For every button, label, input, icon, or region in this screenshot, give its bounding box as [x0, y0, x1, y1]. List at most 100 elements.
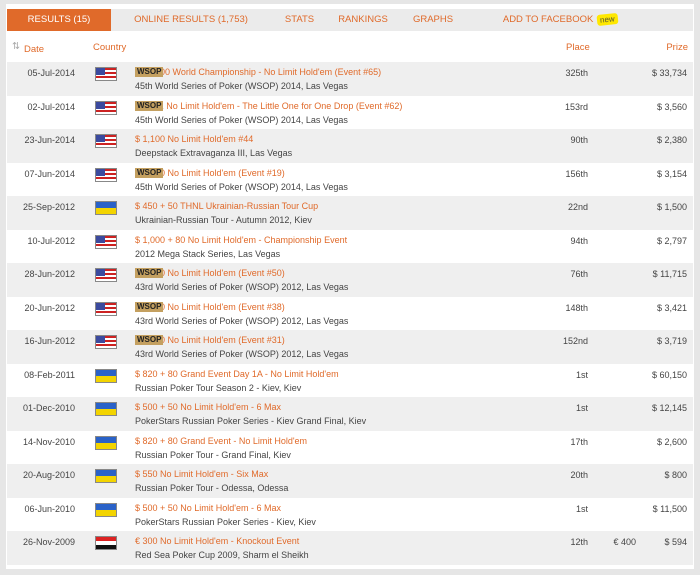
flag-us-icon	[95, 134, 117, 148]
place: 153rd	[564, 101, 588, 112]
place: 17th	[570, 436, 588, 447]
place: 12th	[570, 537, 588, 547]
event-link[interactable]: $ 500 + 50 No Limit Hold'em - 6 Max	[135, 503, 281, 513]
flag-us-icon	[95, 335, 117, 349]
event-name: $ 820 + 80 Grand Event - No Limit Hold'e…	[135, 435, 308, 446]
event-link[interactable]: WSOP $ 1,500 No Limit Hold'em (Event #19)	[135, 167, 285, 178]
table-header: ⇅ Date Country Place Prize	[6, 41, 694, 60]
wsop-logo: WSOP	[135, 67, 164, 77]
event-link[interactable]: WSOP $ 10,000 World Championship - No Lim…	[135, 67, 381, 77]
event-name: $ 500 + 50 No Limit Hold'em - 6 Max	[135, 402, 282, 412]
event-link[interactable]: $ 450 + 50 THNL Ukrainian-Russian Tour C…	[135, 201, 318, 211]
event-link[interactable]: WSOP $ 1,500 No Limit Hold'em (Event #31)	[135, 335, 285, 345]
date: 08-Feb-2011	[24, 369, 75, 380]
prize: $ 800	[664, 470, 687, 480]
event-link[interactable]: $ 820 + 80 Grand Event Day 1A - No Limit…	[135, 369, 339, 379]
place: 1st	[575, 503, 588, 514]
flag-eg-icon	[95, 536, 117, 550]
table-row: 05-Jul-2014 WSOP $ 10,000 World Champions…	[7, 62, 693, 96]
table-row: 16-Jun-2012 WSOP $ 1,500 No Limit Hold'em…	[7, 330, 693, 364]
table-row: 28-Jun-2012 WSOP $ 5,000 No Limit Hold'em…	[7, 263, 693, 297]
place: 20th	[570, 470, 588, 480]
table-row: 20-Jun-2012 WSOP $ 1,500 No Limit Hold'em…	[7, 297, 693, 331]
tab-stats[interactable]: STATS	[271, 9, 328, 31]
event-link[interactable]: $ 1,000 + 80 No Limit Hold'em - Champion…	[135, 235, 347, 245]
table-row: 02-Jul-2014 WSOP $ 1,111 No Limit Hold'em…	[7, 96, 693, 130]
column-country: Country	[93, 42, 127, 53]
event-name: $ 10,000 World Championship - No Limit H…	[135, 67, 382, 77]
column-place: Place	[566, 42, 590, 53]
series-name: 45th World Series of Poker (WSOP) 2014, …	[135, 114, 348, 125]
prize: $ 3,719	[656, 336, 687, 346]
tab-graphs[interactable]: GRAPHS	[398, 9, 468, 31]
column-prize: Prize	[666, 42, 688, 53]
tab-rankings[interactable]: RANKINGS	[328, 9, 398, 31]
table-row: 07-Jun-2014 WSOP $ 1,500 No Limit Hold'em…	[7, 163, 693, 197]
event-link[interactable]: $ 500 + 50 No Limit Hold'em - 6 Max	[135, 402, 281, 412]
event-link[interactable]: WSOP $ 1,111 No Limit Hold'em - The Littl…	[135, 100, 402, 111]
table-row: 25-Sep-2012 $ 450 + 50 THNL Ukrainian-Ru…	[7, 196, 693, 230]
wsop-logo: WSOP	[135, 167, 164, 178]
place: 1st	[575, 369, 588, 380]
flag-us-icon	[95, 67, 117, 81]
event-link[interactable]: WSOP $ 1,500 No Limit Hold'em (Event #38)	[135, 301, 285, 312]
series-name: 43rd World Series of Poker (WSOP) 2012, …	[135, 349, 349, 359]
prize: $ 3,421	[656, 302, 687, 313]
event-link[interactable]: € 300 No Limit Hold'em - Knockout Event	[135, 536, 299, 546]
place: 156th	[565, 168, 588, 179]
place: 90th	[570, 135, 588, 145]
flag-us-icon	[95, 234, 117, 249]
date: 20-Jun-2012	[24, 302, 75, 313]
flag-ua-icon	[95, 435, 117, 450]
place: 152nd	[562, 336, 588, 346]
prize: $ 2,797	[656, 235, 687, 246]
flag-us-icon	[95, 167, 117, 182]
series-name: Red Sea Poker Cup 2009, Sharm el Sheikh	[135, 550, 309, 560]
prize: $ 3,560	[656, 101, 687, 112]
flag-us-icon	[95, 100, 117, 115]
prize: $ 3,154	[656, 168, 687, 179]
series-name: Russian Poker Tour - Grand Final, Kiev	[135, 449, 291, 460]
table-row: 14-Nov-2010 $ 820 + 80 Grand Event - No …	[7, 431, 693, 465]
event-link[interactable]: WSOP $ 5,000 No Limit Hold'em (Event #50)	[135, 268, 285, 278]
date: 06-Jun-2010	[24, 503, 75, 514]
series-name: PokerStars Russian Poker Series - Kiev G…	[135, 416, 367, 426]
tab-online-results[interactable]: ONLINE RESULTS (1,753)	[111, 9, 271, 31]
tab-results[interactable]: RESULTS (15)	[7, 9, 111, 31]
series-name: Ukrainian-Russian Tour - Autumn 2012, Ki…	[135, 215, 312, 225]
date: 07-Jun-2014	[24, 168, 75, 179]
flag-ua-icon	[95, 402, 117, 416]
series-name: 45th World Series of Poker (WSOP) 2014, …	[135, 181, 348, 192]
place: 148th	[565, 302, 588, 313]
place: 94th	[570, 235, 588, 246]
date: 02-Jul-2014	[27, 101, 75, 112]
sort-icon[interactable]: ⇅	[12, 41, 20, 52]
tab-add-to-facebook[interactable]: ADD TO FACEBOOK new	[468, 9, 619, 31]
prize: $ 2,600	[656, 436, 687, 447]
tab-bar: RESULTS (15) ONLINE RESULTS (1,753) STAT…	[7, 9, 693, 31]
event-name: $ 1,100 No Limit Hold'em #44	[135, 134, 254, 144]
event-name: $ 500 + 50 No Limit Hold'em - 6 Max	[135, 502, 282, 513]
table-row: 08-Feb-2011 $ 820 + 80 Grand Event Day 1…	[7, 364, 693, 398]
date: 14-Nov-2010	[22, 436, 75, 447]
flag-ua-icon	[95, 201, 117, 215]
place: 1st	[575, 403, 588, 413]
wsop-logo: WSOP	[135, 100, 164, 111]
column-date[interactable]: Date	[24, 44, 44, 55]
table-row: 20-Aug-2010 $ 550 No Limit Hold'em - Six…	[7, 464, 693, 498]
event-link[interactable]: $ 550 No Limit Hold'em - Six Max	[135, 469, 268, 479]
wsop-logo: WSOP	[135, 301, 164, 312]
date: 01-Dec-2010	[22, 403, 75, 413]
series-name: 45th World Series of Poker (WSOP) 2014, …	[135, 81, 348, 91]
prize: $ 2,380	[656, 135, 687, 145]
event-link[interactable]: $ 1,100 No Limit Hold'em #44	[135, 134, 253, 144]
prize: $ 12,145	[651, 403, 687, 413]
date: 23-Jun-2014	[24, 135, 75, 145]
date: 20-Aug-2010	[22, 470, 75, 480]
event-link[interactable]: $ 820 + 80 Grand Event - No Limit Hold'e…	[135, 436, 307, 446]
flag-us-icon	[95, 268, 117, 282]
wsop-logo: WSOP	[135, 335, 164, 345]
date: 26-Nov-2009	[22, 537, 75, 547]
event-name: € 300 No Limit Hold'em - Knockout Event	[135, 536, 300, 546]
table-row: 26-Nov-2009 € 300 No Limit Hold'em - Kno…	[7, 531, 693, 565]
